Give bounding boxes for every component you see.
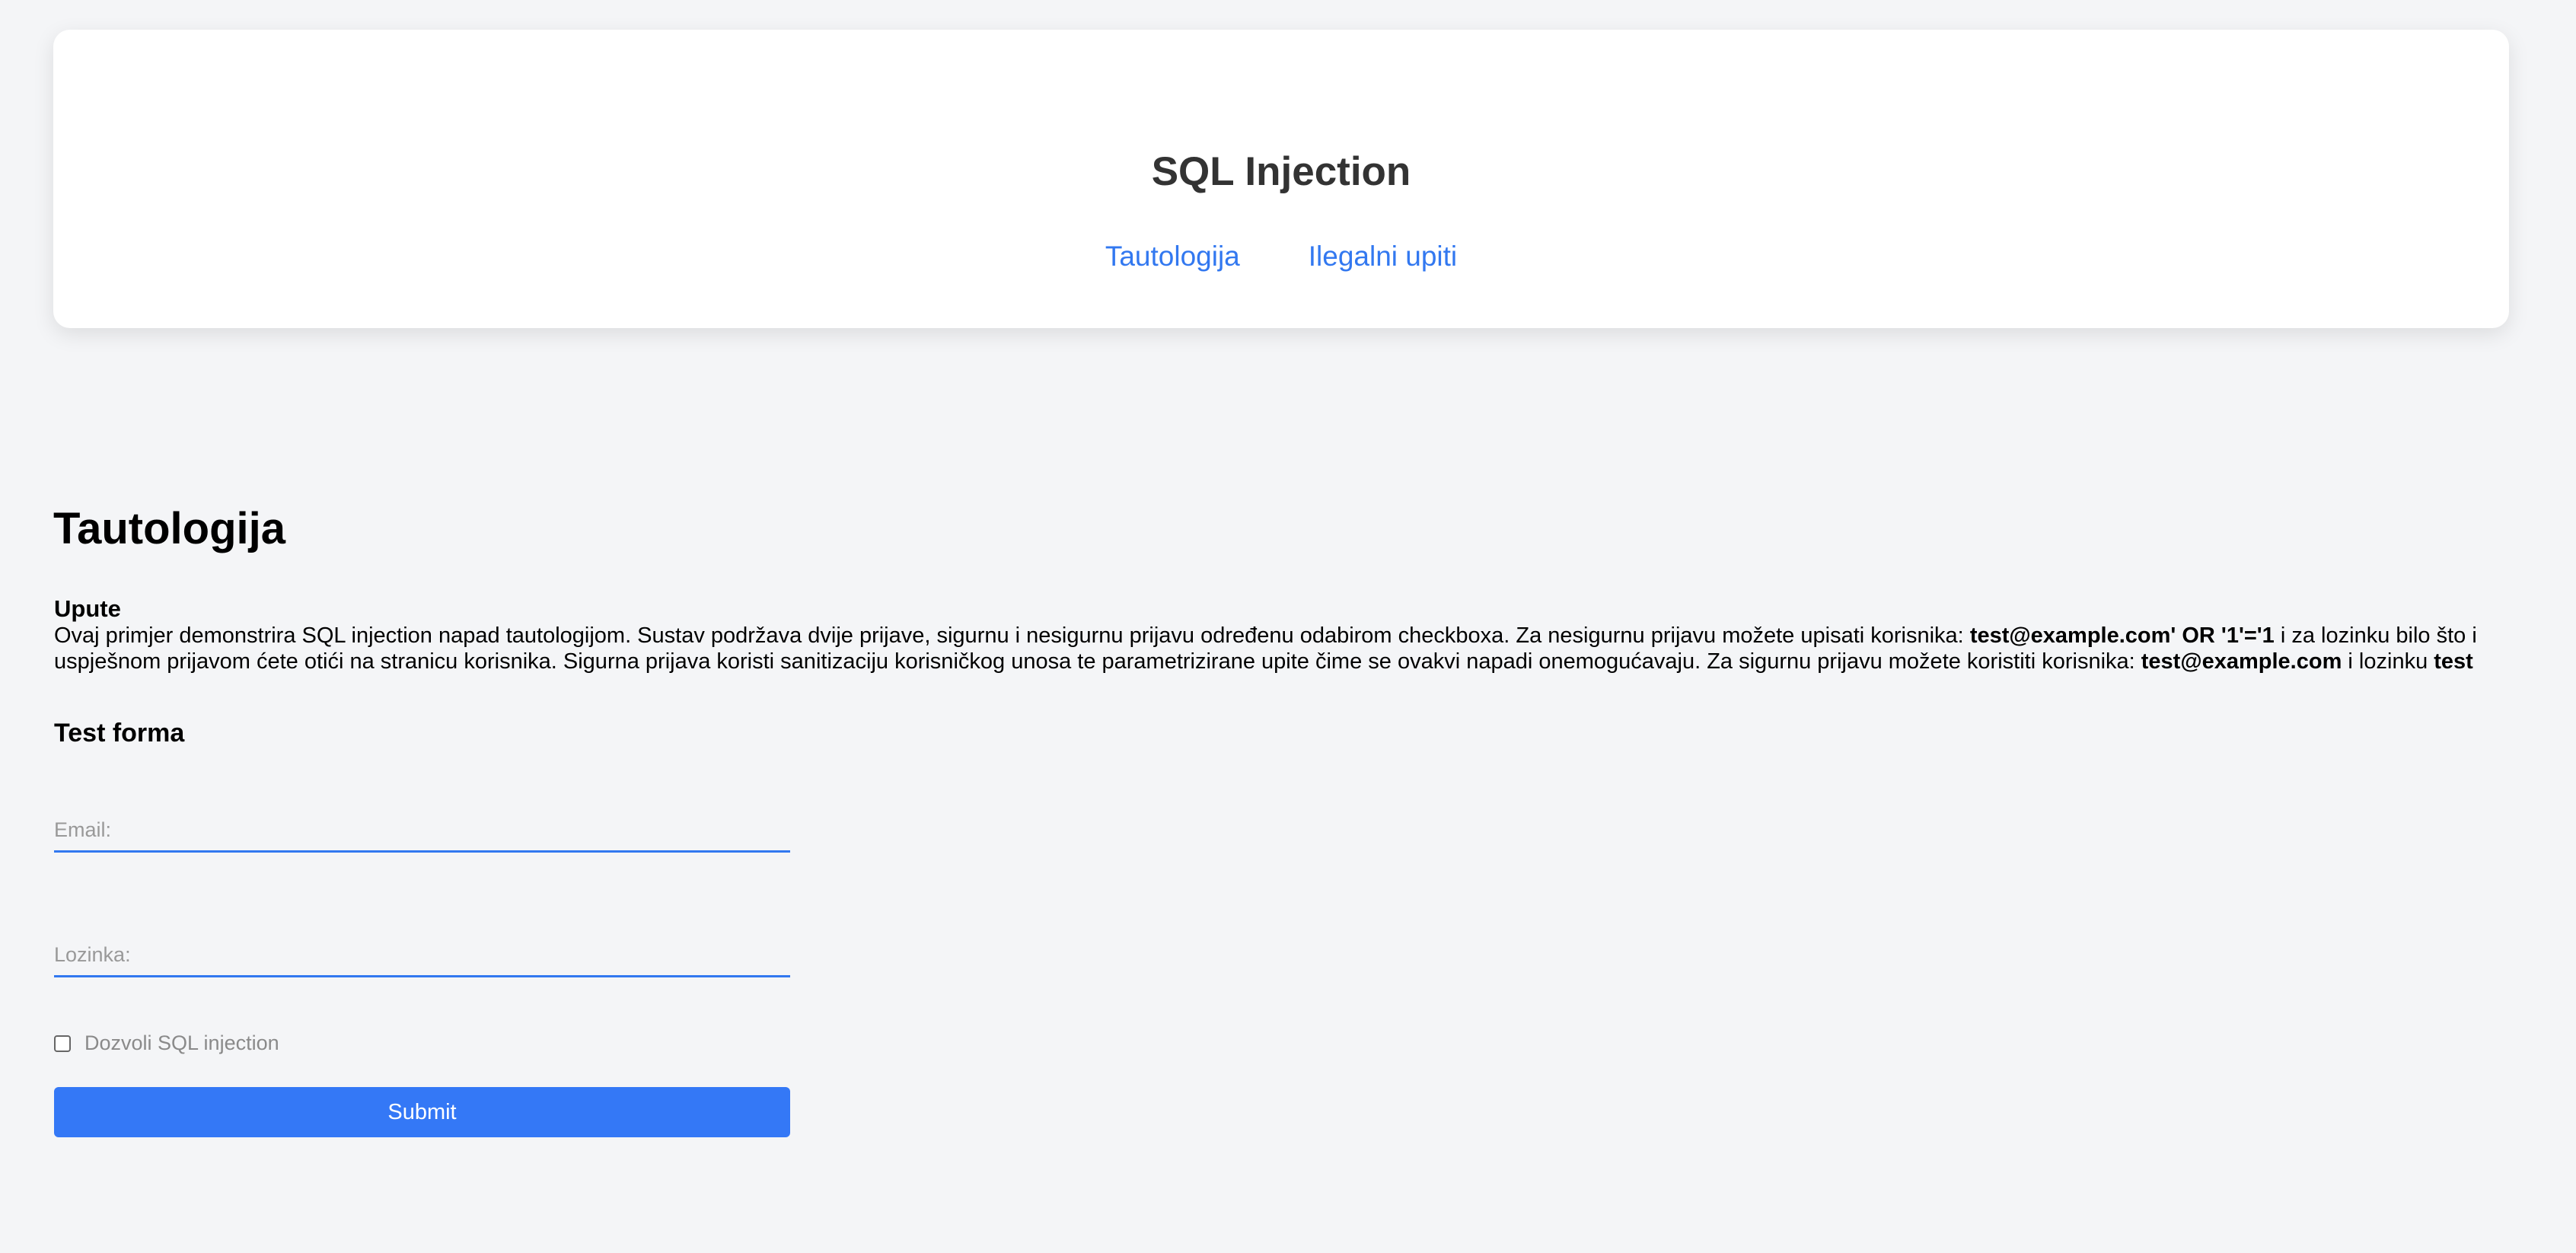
unsafe-user-example: test@example.com' OR '1'='1 — [1969, 623, 2275, 648]
instructions-line2-mid: i lozinku — [2342, 649, 2434, 674]
sql-injection-checkbox-label[interactable]: Dozvoli SQL injection — [84, 1033, 279, 1054]
instructions-label: Upute — [54, 595, 121, 622]
instructions-line2-text: uspješnom prijavom ćete otići na stranic… — [54, 649, 2141, 674]
header-card: SQL Injection Tautologija Ilegalni upiti — [53, 30, 2509, 328]
submit-button[interactable]: Submit — [54, 1087, 790, 1137]
instructions-line1-tail: i za lozinku bilo što i — [2274, 623, 2477, 648]
sql-injection-checkbox[interactable] — [54, 1035, 71, 1052]
safe-password-example: test — [2434, 649, 2473, 674]
sql-injection-toggle-row: Dozvoli SQL injection — [54, 1033, 279, 1054]
safe-user-example: test@example.com — [2141, 649, 2342, 674]
email-input[interactable] — [54, 810, 790, 853]
instructions-line1-text: Ovaj primjer demonstrira SQL injection n… — [54, 623, 1970, 648]
section-title: Tautologija — [53, 504, 286, 553]
instructions-text: Ovaj primjer demonstrira SQL injection n… — [54, 623, 2574, 674]
nav-link-tautologija[interactable]: Tautologija — [1105, 242, 1240, 270]
password-input[interactable] — [54, 935, 790, 977]
main-nav: Tautologija Ilegalni upiti — [53, 242, 2509, 270]
form-title: Test forma — [54, 719, 185, 748]
site-title: SQL Injection — [1151, 149, 1411, 194]
nav-link-ilegalni-upiti[interactable]: Ilegalni upiti — [1309, 242, 1457, 270]
